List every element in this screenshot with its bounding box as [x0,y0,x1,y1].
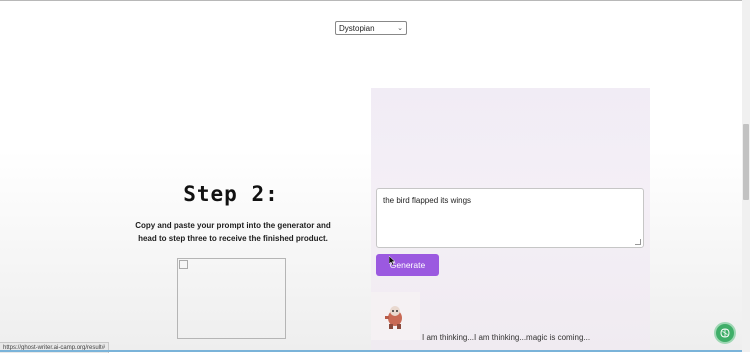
generate-button[interactable]: Generate [376,254,439,276]
chevron-down-icon: ⌄ [397,25,403,32]
robot-icon [385,306,402,329]
broken-image-icon [179,260,188,269]
step-image [177,258,286,339]
step-title: Step 2: [183,182,279,206]
prompt-input[interactable]: the bird flapped its wings [376,188,644,248]
step-description: Copy and paste your prompt into the gene… [135,221,331,243]
robot-thumbnail [371,292,420,340]
brain-icon [720,328,730,338]
genre-select-value: Dystopian [339,24,375,33]
genre-select[interactable]: Dystopian ⌄ [335,21,407,35]
brain-icon-button[interactable] [714,322,736,344]
scrollbar-thumb[interactable] [743,124,749,200]
resize-handle[interactable] [635,239,641,245]
thinking-status: I am thinking...I am thinking...magic is… [422,333,591,342]
top-divider [0,0,742,1]
prompt-input-text: the bird flapped its wings [383,196,472,205]
cursor-icon [389,256,396,266]
